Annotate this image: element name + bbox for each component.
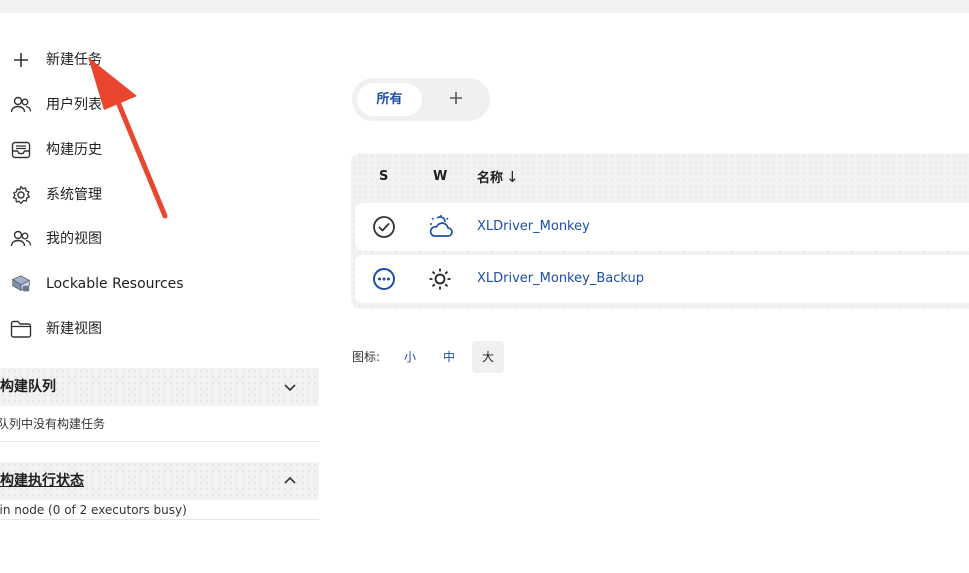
sidebar-item-label: 用户列表 [46, 97, 102, 113]
people-icon [10, 228, 32, 250]
build-queue-body: 队列中没有构建任务 [0, 406, 319, 442]
chevron-up-icon[interactable] [282, 473, 298, 489]
column-header-status[interactable]: S [379, 153, 388, 201]
sidebar-item-users[interactable]: 用户列表 [0, 83, 320, 127]
sidebar-item-label: Lockable Resources [46, 276, 184, 292]
sunny-weather-icon[interactable] [428, 267, 452, 291]
sidebar-item-label: 系统管理 [46, 187, 102, 203]
plus-icon [10, 49, 32, 71]
add-view-button[interactable] [439, 83, 472, 116]
build-queue-title: 构建队列 [0, 379, 56, 395]
view-tabs: 所有 [352, 78, 490, 121]
build-queue-header[interactable]: 构建队列 [0, 368, 319, 406]
column-header-name-label: 名称 [477, 171, 504, 186]
not-built-icon[interactable] [372, 267, 396, 291]
tab-all[interactable]: 所有 [357, 83, 422, 116]
column-header-weather[interactable]: W [433, 153, 447, 201]
sidebar-item-new-view[interactable]: 新建视图 [0, 307, 320, 351]
chevron-down-icon[interactable] [282, 379, 298, 395]
table-row: XLDriver_Monkey [355, 203, 969, 251]
executor-status-header[interactable]: 构建执行状态 [0, 462, 319, 500]
sidebar-item-label: 构建历史 [46, 142, 102, 158]
sidebar-item-my-views[interactable]: 我的视图 [0, 217, 320, 261]
job-link[interactable]: XLDriver_Monkey [477, 203, 590, 251]
build-queue-empty-text: 队列中没有构建任务 [0, 417, 106, 431]
icon-size-label: 图标: [352, 350, 381, 364]
users-icon [10, 94, 32, 116]
icon-size-medium[interactable]: 中 [433, 341, 465, 373]
gear-icon [10, 184, 32, 206]
plus-icon [448, 90, 464, 110]
folder-icon [10, 318, 32, 340]
sidebar-item-label: 新建任务 [46, 52, 102, 68]
icon-size-large[interactable]: 大 [472, 341, 504, 373]
cloudy-weather-icon[interactable] [428, 215, 453, 239]
sidebar-item-label: 新建视图 [46, 321, 102, 337]
inbox-icon [10, 139, 32, 161]
sort-arrow-icon: ↓ [506, 168, 519, 186]
executor-node-link[interactable]: Built-in node (0 of 2 executors busy) [0, 500, 187, 519]
executor-status-body: Built-in node (0 of 2 executors busy) [0, 500, 319, 520]
executor-status-title[interactable]: 构建执行状态 [0, 462, 84, 500]
sidebar-item-label: 我的视图 [46, 231, 102, 247]
jobs-table: S W 名称 ↓ XLDriver_Monkey XLDriver_Monkey_… [351, 153, 969, 309]
top-bar [0, 0, 969, 13]
sidebar-item-manage[interactable]: 系统管理 [0, 173, 320, 217]
icon-size-small[interactable]: 小 [394, 341, 426, 373]
success-check-icon[interactable] [372, 215, 396, 239]
column-header-name[interactable]: 名称 ↓ [477, 153, 519, 201]
table-row: XLDriver_Monkey_Backup [355, 255, 969, 303]
sidebar-item-lockable-resources[interactable]: Lockable Resources [0, 262, 320, 306]
lock-resource-icon [10, 273, 32, 295]
sidebar-item-build-history[interactable]: 构建历史 [0, 128, 320, 172]
sidebar-item-new-job[interactable]: 新建任务 [0, 38, 320, 82]
job-link[interactable]: XLDriver_Monkey_Backup [477, 255, 644, 303]
